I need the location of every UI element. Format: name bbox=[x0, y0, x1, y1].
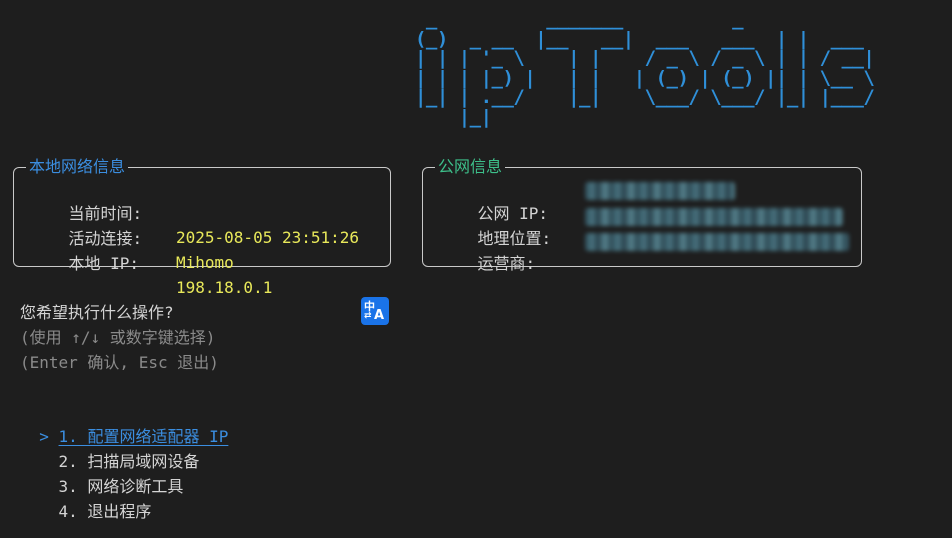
current-time-value: 2025-08-05 23:51:26 bbox=[176, 228, 360, 247]
local-network-panel: 本地网络信息 当前时间: 2025-08-05 23:51:26 活动连接: M… bbox=[13, 157, 391, 297]
prompt-hint-navigation: (使用 ↑/↓ 或数字键选择) bbox=[20, 328, 216, 347]
prompt-hint-confirm: (Enter 确认, Esc 退出) bbox=[20, 353, 219, 372]
public-ip-row: 公网 IP: bbox=[439, 178, 549, 223]
translate-icon[interactable]: 中 ⇄ A bbox=[361, 297, 389, 325]
prompt-question: 您希望执行什么操作? bbox=[20, 303, 174, 322]
local-panel-title: 本地网络信息 bbox=[26, 157, 129, 177]
local-ip-label: 本地 IP: bbox=[68, 254, 140, 273]
active-connection-row: 活动连接: Mihomo bbox=[30, 203, 234, 272]
geo-location-redacted bbox=[585, 208, 843, 226]
isp-redacted bbox=[585, 233, 849, 251]
current-time-row: 当前时间: 2025-08-05 23:51:26 bbox=[30, 178, 360, 247]
public-network-panel: 公网信息 公网 IP: 地理位置: 运营商: bbox=[422, 157, 862, 273]
isp-label: 运营商: bbox=[477, 254, 536, 273]
public-panel-title: 公网信息 bbox=[435, 157, 506, 177]
app-banner: _ _______ _ (_) _ __ |__ __| ___ ___ | |… bbox=[414, 8, 875, 128]
menu-item-label: 4. 退出程序 bbox=[58, 502, 152, 521]
local-ip-row: 本地 IP: 198.18.0.1 bbox=[30, 228, 273, 297]
geo-location-row: 地理位置: bbox=[439, 203, 552, 248]
translate-arrows-glyph: ⇄ bbox=[364, 311, 372, 321]
menu-item-exit[interactable]: 4. 退出程序 bbox=[20, 476, 152, 524]
public-ip-redacted bbox=[585, 182, 735, 200]
isp-row: 运营商: bbox=[439, 228, 536, 273]
active-connection-value: Mihomo bbox=[176, 253, 234, 272]
local-ip-value: 198.18.0.1 bbox=[176, 278, 273, 297]
translate-a-glyph: A bbox=[374, 308, 385, 323]
